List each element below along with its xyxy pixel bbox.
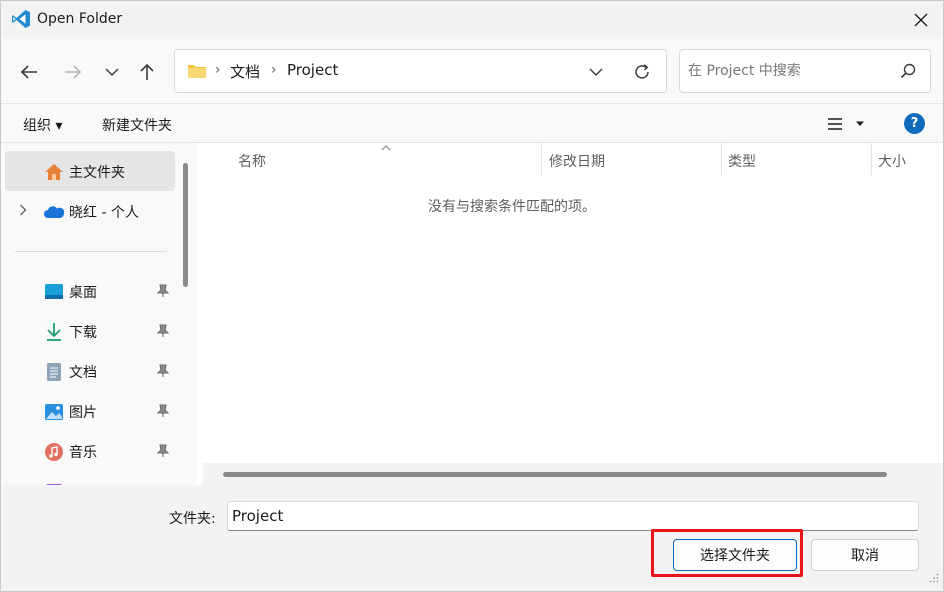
arrow-left-icon bbox=[20, 65, 37, 79]
sidebar-item-pictures[interactable]: 图片 bbox=[5, 391, 175, 431]
address-history-dropdown[interactable] bbox=[585, 61, 607, 83]
sidebar-item-downloads[interactable]: 下载 bbox=[5, 311, 175, 351]
refresh-button[interactable] bbox=[630, 61, 654, 83]
pin-icon bbox=[156, 444, 170, 462]
sidebar-scrollbar[interactable] bbox=[183, 163, 188, 287]
sidebar-item-label: 桌面 bbox=[69, 285, 97, 301]
resize-grip-icon[interactable] bbox=[929, 571, 939, 587]
help-icon: ? bbox=[910, 116, 919, 131]
column-header-label: 大小 bbox=[878, 154, 906, 170]
sidebar-item-videos-partial[interactable] bbox=[5, 471, 175, 485]
vscode-logo-icon bbox=[11, 9, 31, 29]
breadcrumb-separator: › bbox=[215, 62, 221, 78]
dialog-footer: 文件夹: 选择文件夹 取消 bbox=[1, 485, 943, 591]
search-icon[interactable] bbox=[900, 63, 916, 83]
search-input[interactable] bbox=[688, 60, 888, 82]
cancel-button[interactable]: 取消 bbox=[811, 539, 919, 571]
address-bar[interactable]: › 文档 › Project bbox=[174, 49, 667, 93]
column-divider[interactable] bbox=[541, 143, 542, 175]
pin-icon bbox=[156, 324, 170, 342]
sidebar-item-label: 主文件夹 bbox=[69, 165, 125, 181]
sidebar-item-music[interactable]: 音乐 bbox=[5, 431, 175, 471]
onedrive-cloud-icon bbox=[43, 201, 65, 223]
forward-button[interactable] bbox=[60, 59, 86, 85]
close-icon bbox=[914, 13, 928, 27]
sidebar-item-label: 晓红 - 个人 bbox=[69, 205, 139, 221]
empty-list-message: 没有与搜索条件匹配的项。 bbox=[428, 199, 596, 215]
column-header-label: 名称 bbox=[238, 154, 266, 170]
arrow-right-icon bbox=[65, 65, 82, 79]
chevron-down-icon bbox=[105, 68, 119, 77]
sidebar-divider bbox=[15, 251, 167, 252]
pictures-icon bbox=[43, 401, 65, 423]
scrollbar-thumb[interactable] bbox=[223, 472, 887, 477]
column-header-size[interactable]: 大小 bbox=[878, 143, 938, 175]
horizontal-scrollbar[interactable] bbox=[203, 463, 943, 485]
search-box[interactable] bbox=[679, 49, 931, 93]
documents-icon bbox=[43, 361, 65, 383]
sidebar-item-label: 下载 bbox=[69, 325, 97, 341]
breadcrumb-project[interactable]: Project bbox=[287, 61, 338, 79]
help-button[interactable]: ? bbox=[904, 113, 925, 134]
navigation-bar: › 文档 › Project bbox=[1, 39, 943, 103]
pin-icon bbox=[156, 284, 170, 302]
folder-icon bbox=[187, 63, 207, 83]
sidebar-item-onedrive[interactable]: 晓红 - 个人 bbox=[5, 191, 175, 231]
folder-field-label: 文件夹: bbox=[169, 511, 216, 527]
column-header-label: 类型 bbox=[728, 154, 756, 170]
recent-locations-button[interactable] bbox=[99, 59, 125, 85]
organize-menu[interactable]: 组织 ▾ bbox=[23, 115, 62, 135]
caret-down-icon bbox=[856, 121, 864, 126]
sidebar-item-desktop[interactable]: 桌面 bbox=[5, 271, 175, 311]
sort-ascending-icon bbox=[381, 140, 391, 156]
column-divider[interactable] bbox=[871, 143, 872, 175]
navigation-pane: 主文件夹 晓红 - 个人 桌面 下载 文档 图片 音乐 bbox=[1, 143, 197, 485]
new-folder-button[interactable]: 新建文件夹 bbox=[102, 115, 172, 135]
open-folder-dialog: Open Folder › 文档 › Project 在 Project 中搜索… bbox=[0, 0, 944, 592]
select-folder-button[interactable]: 选择文件夹 bbox=[673, 539, 797, 571]
close-button[interactable] bbox=[899, 1, 943, 39]
sidebar-item-label: 文档 bbox=[69, 365, 97, 381]
desktop-icon bbox=[43, 281, 65, 303]
dialog-title: Open Folder bbox=[37, 11, 123, 27]
refresh-icon bbox=[635, 64, 649, 79]
breadcrumb-separator: › bbox=[271, 62, 277, 78]
column-header-date-modified[interactable]: 修改日期 bbox=[549, 143, 719, 175]
back-button[interactable] bbox=[16, 59, 42, 85]
sidebar-item-label: 音乐 bbox=[69, 445, 97, 461]
folder-name-input[interactable] bbox=[227, 501, 919, 531]
breadcrumb-documents[interactable]: 文档 bbox=[230, 61, 260, 82]
column-divider[interactable] bbox=[721, 143, 722, 175]
sidebar-item-label: 图片 bbox=[69, 405, 97, 421]
file-list: 名称 修改日期 类型 大小 没有与搜索条件匹配的项。 bbox=[197, 143, 943, 485]
view-options-button[interactable] bbox=[827, 112, 873, 136]
column-header-label: 修改日期 bbox=[549, 154, 605, 170]
arrow-up-icon bbox=[140, 63, 154, 80]
title-bar: Open Folder bbox=[1, 1, 943, 39]
chevron-right-icon[interactable] bbox=[19, 204, 27, 220]
list-view-icon bbox=[828, 118, 842, 130]
home-icon bbox=[43, 161, 65, 183]
command-bar: 组织 ▾ 新建文件夹 ? bbox=[1, 103, 943, 143]
pin-icon bbox=[156, 404, 170, 422]
chevron-down-icon bbox=[589, 68, 603, 76]
sidebar-item-home[interactable]: 主文件夹 bbox=[5, 151, 175, 191]
pin-icon bbox=[156, 364, 170, 382]
sidebar-item-documents[interactable]: 文档 bbox=[5, 351, 175, 391]
up-button[interactable] bbox=[134, 59, 160, 85]
download-icon bbox=[43, 321, 65, 343]
music-icon bbox=[43, 441, 65, 463]
column-header-type[interactable]: 类型 bbox=[728, 143, 868, 175]
